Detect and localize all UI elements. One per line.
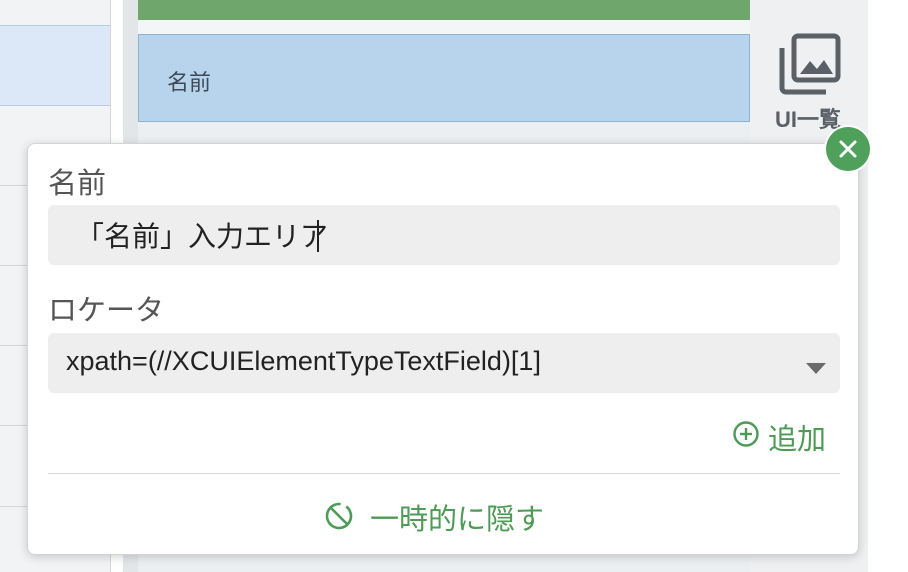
divider bbox=[48, 473, 840, 474]
text-caret bbox=[317, 220, 319, 252]
image-gallery-icon bbox=[779, 33, 841, 95]
hide-icon bbox=[325, 502, 353, 530]
hide-label: 一時的に隠す bbox=[370, 502, 545, 536]
hide-temporarily-button[interactable]: 一時的に隠す bbox=[324, 496, 564, 536]
locator-select[interactable]: xpath=(//XCUIElementTypeTextField)[1] bbox=[48, 333, 840, 393]
window-edge bbox=[868, 0, 908, 572]
add-circle-icon bbox=[733, 421, 759, 447]
name-input[interactable] bbox=[48, 205, 840, 265]
list-item-selected[interactable] bbox=[0, 25, 110, 106]
ui-list-label: UI一覧 bbox=[775, 107, 842, 132]
preview-spacer bbox=[138, 20, 750, 34]
close-popup-button[interactable] bbox=[826, 127, 870, 171]
add-locator-button[interactable]: 追加 bbox=[732, 416, 836, 456]
locator-value: xpath=(//XCUIElementTypeTextField)[1] bbox=[66, 346, 541, 376]
element-edit-popup: 名前 ロケータ xpath=(//XCUIElementTypeTextFiel… bbox=[27, 143, 859, 555]
chevron-down-icon bbox=[806, 363, 826, 374]
preview-highlighted-field[interactable]: 名前 bbox=[138, 34, 750, 122]
name-label: 名前 bbox=[48, 166, 107, 200]
close-icon bbox=[839, 140, 857, 158]
add-label: 追加 bbox=[768, 422, 827, 456]
locator-label: ロケータ bbox=[48, 293, 165, 327]
preview-field-label: 名前 bbox=[167, 71, 212, 96]
preview-header-bar bbox=[138, 0, 750, 20]
ui-list-button[interactable]: UI一覧 bbox=[760, 28, 860, 138]
